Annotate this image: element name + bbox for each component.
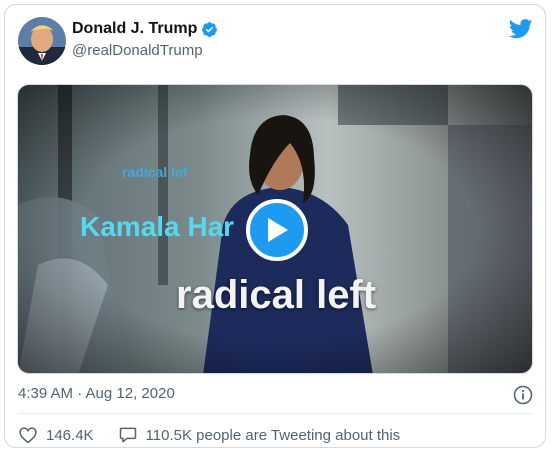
divider	[18, 413, 532, 414]
tweeting-about-label: 110.5K people are Tweeting about this	[145, 426, 401, 444]
heart-icon	[19, 427, 37, 444]
display-name[interactable]: Donald J. Trump	[72, 20, 197, 38]
video-caption-large: radical left	[176, 273, 377, 317]
like-button[interactable]: 146.4K	[18, 425, 94, 445]
video-player[interactable]: radical lef Kamala Har radical left	[17, 84, 533, 374]
avatar[interactable]	[18, 17, 66, 65]
info-icon[interactable]	[513, 385, 533, 405]
speech-bubble-icon	[119, 427, 136, 443]
tweet-actions: 146.4K 110.5K people are Tweeting about …	[18, 425, 400, 445]
tweet-card: Donald J. Trump @realDonaldTrump radical…	[4, 4, 546, 448]
twitter-bird-icon[interactable]	[509, 19, 533, 39]
tweet-timestamp[interactable]: 4:39 AM · Aug 12, 2020	[18, 385, 175, 402]
video-caption-name: Kamala Har	[80, 211, 235, 242]
video-caption-small: radical lef	[122, 164, 188, 180]
like-count: 146.4K	[46, 426, 94, 444]
play-icon	[268, 218, 288, 242]
tweeting-about-link[interactable]: 110.5K people are Tweeting about this	[118, 425, 401, 445]
verified-badge-icon	[202, 21, 218, 37]
handle[interactable]: @realDonaldTrump	[72, 42, 203, 59]
name-row: Donald J. Trump	[72, 20, 218, 38]
play-button[interactable]	[246, 199, 308, 261]
